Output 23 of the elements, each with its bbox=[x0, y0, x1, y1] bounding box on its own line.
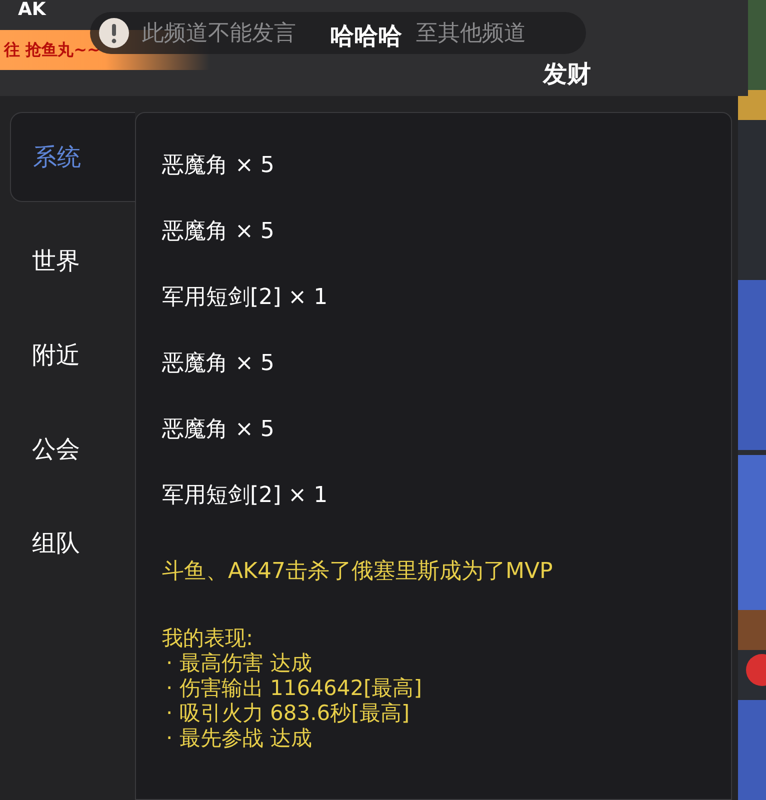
channel-tab[interactable]: 附近 bbox=[10, 308, 135, 402]
channel-tab[interactable]: 组队 bbox=[10, 496, 135, 590]
channel-tab[interactable]: 公会 bbox=[10, 402, 135, 496]
notice-text: 至其他频道 bbox=[416, 20, 526, 48]
channel-tab[interactable]: 系统 bbox=[10, 112, 135, 202]
chat-message: 军用短剑[2] × 1 bbox=[162, 482, 329, 510]
performance-line: · 吸引火力 683.6秒[最高] bbox=[165, 701, 411, 726]
chat-message: 军用短剑[2] × 1 bbox=[162, 284, 329, 312]
danmaku-text: 哈哈哈 bbox=[330, 21, 402, 52]
player-tag: AK bbox=[18, 0, 46, 23]
chat-message: 斗鱼、AK47击杀了俄塞里斯成为了MVP bbox=[162, 558, 554, 586]
danmaku-text: 发财 bbox=[543, 59, 591, 90]
channel-tab[interactable]: 世界 bbox=[10, 214, 135, 308]
chat-message: 恶魔角 × 5 bbox=[162, 218, 276, 246]
performance-line: · 最高伤害 达成 bbox=[165, 651, 314, 676]
chat-message: 恶魔角 × 5 bbox=[162, 416, 276, 444]
alert-icon bbox=[98, 17, 130, 49]
performance-title: 我的表现: bbox=[162, 625, 254, 651]
chat-message: 恶魔角 × 5 bbox=[162, 152, 276, 180]
notice-text: 此频道不能发言 bbox=[142, 20, 296, 48]
performance-line: · 伤害输出 1164642[最高] bbox=[165, 676, 423, 701]
chat-message: 恶魔角 × 5 bbox=[162, 350, 276, 378]
performance-line: · 最先参战 达成 bbox=[165, 726, 314, 751]
